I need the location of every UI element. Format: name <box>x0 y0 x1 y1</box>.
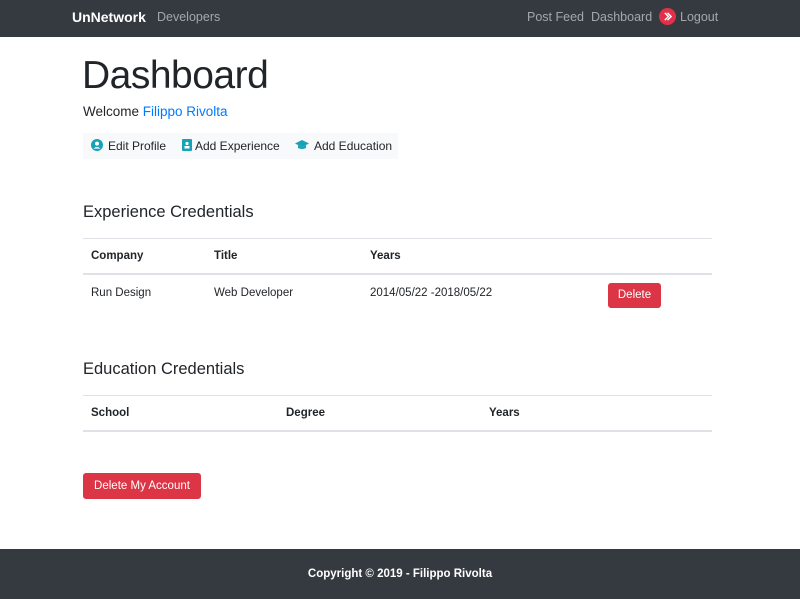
brand-logo-link[interactable]: UnNetwork <box>72 9 146 25</box>
experience-years: 2014/05/22 -2018/05/22 <box>362 273 600 312</box>
nav-dashboard-link[interactable]: Dashboard <box>591 10 652 24</box>
education-header-row: School Degree Years <box>83 395 712 432</box>
experience-title: Web Developer <box>206 273 362 312</box>
id-badge-icon <box>182 138 192 154</box>
navbar: UnNetwork Developers Post Feed Dashboard… <box>0 0 800 37</box>
column-header-years: Years <box>362 238 600 275</box>
column-header-title: Title <box>206 238 362 275</box>
experience-actions-cell: Delete <box>600 273 712 312</box>
add-education-label: Add Education <box>314 139 393 153</box>
education-table: School Degree Years <box>83 395 712 432</box>
graduation-cap-icon <box>295 139 309 153</box>
footer-copyright: Copyright © 2019 - Filippo Rivolta <box>307 568 493 580</box>
edit-profile-button[interactable]: Edit Profile <box>91 133 166 159</box>
delete-experience-button[interactable]: Delete <box>608 283 661 309</box>
add-experience-button[interactable]: Add Experience <box>182 133 280 159</box>
nav-developers-link[interactable]: Developers <box>157 10 220 24</box>
column-header-degree: Degree <box>278 395 481 432</box>
education-section-title: Education Credentials <box>83 360 245 378</box>
column-header-school: School <box>83 395 278 432</box>
nav-logout-link[interactable]: Logout <box>659 8 718 25</box>
column-header-years: Years <box>481 395 712 432</box>
footer: Copyright © 2019 - Filippo Rivolta <box>0 549 800 599</box>
column-header-actions <box>600 238 712 275</box>
logout-label: Logout <box>680 9 719 24</box>
edit-profile-label: Edit Profile <box>108 139 167 153</box>
logout-icon <box>659 8 676 25</box>
experience-section-title: Experience Credentials <box>83 203 254 221</box>
dashboard-actions: Edit Profile Add Experience Add Educatio… <box>83 133 398 159</box>
delete-account-button[interactable]: Delete My Account <box>83 473 201 499</box>
experience-table: Company Title Years Run Design Web Devel… <box>83 238 712 312</box>
add-education-button[interactable]: Add Education <box>295 133 392 159</box>
user-profile-link[interactable]: Filippo Rivolta <box>143 104 228 119</box>
welcome-message: Welcome Filippo Rivolta <box>83 104 228 119</box>
page-title: Dashboard <box>82 54 269 97</box>
table-row: Run Design Web Developer 2014/05/22 -201… <box>83 273 712 312</box>
experience-header-row: Company Title Years <box>83 238 712 275</box>
column-header-company: Company <box>83 238 206 275</box>
add-experience-label: Add Experience <box>195 139 280 153</box>
user-circle-icon <box>91 138 103 154</box>
welcome-prefix: Welcome <box>83 104 143 119</box>
nav-post-feed-link[interactable]: Post Feed <box>527 10 584 24</box>
experience-company: Run Design <box>83 273 206 312</box>
